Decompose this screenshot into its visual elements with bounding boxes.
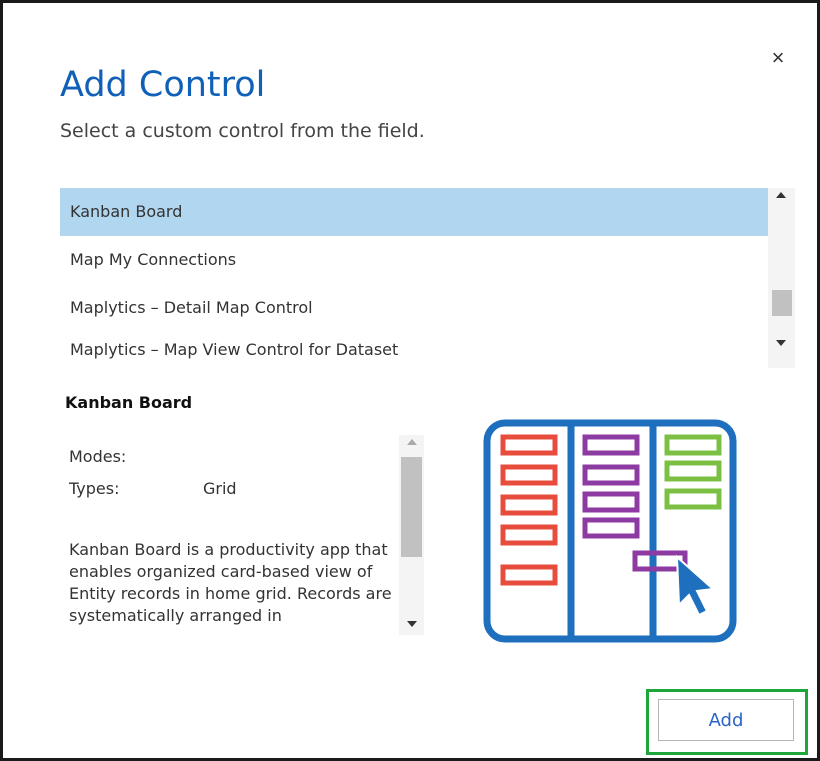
dialog-subtitle: Select a custom control from the field. [60,120,425,142]
control-list: Kanban Board Map My Connections Maplytic… [60,188,795,368]
list-item-maplytics-map-view[interactable]: Maplytics – Map View Control for Dataset [60,332,768,368]
close-icon[interactable]: × [763,43,793,73]
scroll-up-arrow-icon[interactable] [776,192,786,198]
detail-panel: Modes: Types: Grid Kanban Board is a pro… [69,435,424,635]
detail-scrollbar[interactable] [399,435,424,635]
kanban-board-icon [481,417,741,647]
modes-label: Modes: [69,447,127,466]
scroll-down-arrow-icon[interactable] [776,340,786,346]
scroll-down-arrow-icon[interactable] [407,621,417,627]
list-item-map-my-connections[interactable]: Map My Connections [60,236,768,284]
scroll-thumb[interactable] [401,457,422,557]
scroll-up-arrow-icon[interactable] [407,439,417,445]
list-item-maplytics-detail[interactable]: Maplytics – Detail Map Control [60,284,768,332]
scroll-thumb[interactable] [772,290,792,316]
types-value: Grid [203,479,237,498]
types-label: Types: [69,479,120,498]
list-item-kanban-board[interactable]: Kanban Board [60,188,768,236]
detail-title: Kanban Board [65,393,193,412]
add-button[interactable]: Add [658,699,794,741]
detail-description: Kanban Board is a productivity app that … [69,540,392,625]
list-scrollbar[interactable] [768,188,795,368]
add-control-dialog: × Add Control Select a custom control fr… [0,0,820,761]
dialog-title: Add Control [60,65,266,105]
